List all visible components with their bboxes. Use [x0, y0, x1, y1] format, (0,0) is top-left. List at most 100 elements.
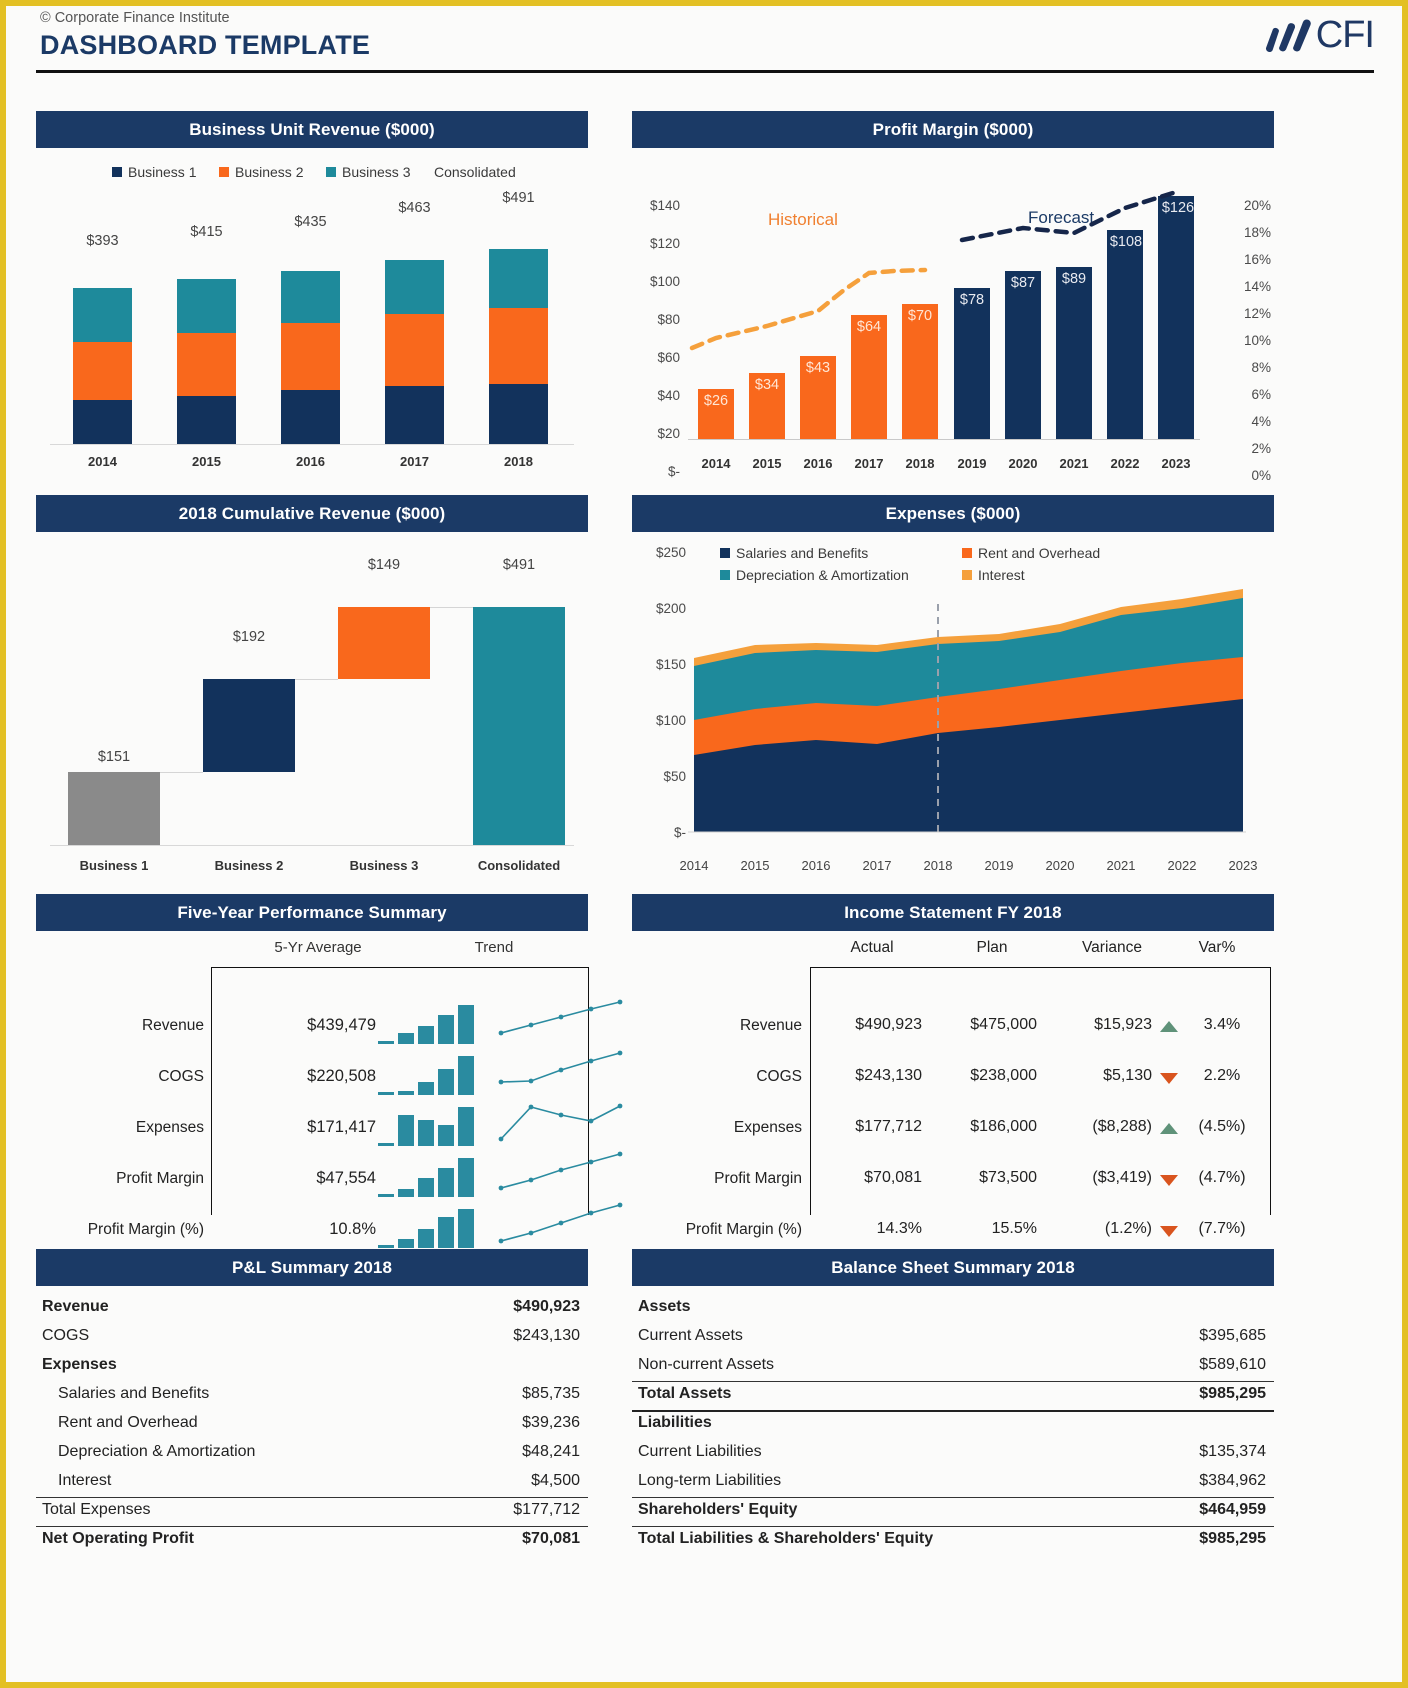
panel-title-expenses: Expenses ($000) [632, 495, 1274, 532]
annotation-historical: Historical [768, 210, 838, 229]
x-tick-business-3: Business 3 [349, 858, 419, 873]
y2-tick-16pct: 16% [1243, 252, 1271, 267]
x-tick-2019: 2019 [984, 858, 1014, 873]
column-header-trend: Trend [474, 939, 514, 956]
page-title: DASHBOARD TEMPLATE [40, 30, 371, 60]
y2-tick-10pct: 10% [1243, 333, 1271, 348]
bar-2017-business-3 [385, 260, 444, 315]
bar-2016-business-3 [281, 271, 340, 324]
x-tick-2015: 2015 [752, 456, 782, 471]
bs-row-name-current-liabilities: Current Liabilities [638, 1443, 762, 1460]
sparkbars-revenue [378, 1005, 474, 1044]
legend-swatch-icon [112, 167, 122, 177]
bar-2015-business-3 [177, 279, 236, 333]
cell-profit-margin-actual: $70,081 [864, 1169, 922, 1186]
cell-expenses-plan: $186,000 [970, 1118, 1037, 1135]
bar-total-label-2014: $393 [86, 233, 119, 249]
legend-label: Business 2 [235, 164, 304, 180]
page-header: © Corporate Finance Institute DASHBOARD … [36, 6, 1375, 73]
bar-2021 [1056, 267, 1092, 439]
x-tick-2023: 2023 [1161, 456, 1191, 471]
chart-expenses: Salaries and Benefits Rent and Overhead … [632, 532, 1274, 885]
legend-swatch-icon [219, 167, 229, 177]
cell-cogs-var-pct: 2.2% [1203, 1067, 1241, 1084]
column-header-actual: Actual [850, 939, 894, 956]
legend-label: Business 1 [128, 164, 197, 180]
bar-2014-business-2 [73, 342, 132, 401]
bar-label-2019: $78 [959, 292, 985, 308]
x-tick-consolidated: Consolidated [477, 858, 561, 873]
panel-title-balance-sheet: Balance Sheet Summary 2018 [632, 1249, 1274, 1286]
table-balance-sheet: Assets Current Assets $395,685 Non-curre… [632, 1286, 1274, 1554]
x-tick-2015: 2015 [740, 858, 770, 873]
variance-down-icon-profit-margin-pct [1160, 1226, 1178, 1237]
y2-tick-6pct: 6% [1251, 387, 1271, 402]
cell-profit-margin-pct-actual: 14.3% [876, 1220, 922, 1237]
x-tick-2016: 2016 [801, 858, 831, 873]
variance-up-icon-revenue [1160, 1021, 1178, 1032]
table-left-border [211, 967, 213, 1215]
waterfall-connector-3 [430, 607, 473, 608]
cfi-logo: CFI [1262, 16, 1375, 54]
pl-row-name-net-operating-profit: Net Operating Profit [42, 1530, 195, 1547]
pl-divider-above-net-profit [36, 1526, 588, 1527]
pl-row-name-salaries: Salaries and Benefits [58, 1385, 210, 1402]
x-tick-2018: 2018 [504, 454, 533, 469]
sparkline-profit-margin [498, 1151, 623, 1191]
waterfall-connector-1 [160, 772, 203, 773]
pl-row-amount-total-expenses: $177,712 [513, 1501, 580, 1518]
sparkline-cogs [498, 1050, 623, 1085]
x-tick-2018: 2018 [923, 858, 953, 873]
y-tick-40: $40 [657, 388, 680, 403]
pl-row-name-cogs: COGS [42, 1327, 90, 1344]
y-tick-60: $60 [657, 350, 680, 365]
x-tick-2016: 2016 [296, 454, 325, 469]
cell-revenue-plan: $475,000 [970, 1016, 1037, 1033]
bs-row-name-assets: Assets [638, 1298, 691, 1315]
x-tick-2016: 2016 [803, 456, 833, 471]
variance-up-icon-expenses [1160, 1123, 1178, 1134]
panel-pl-summary: P&L Summary 2018 Revenue $490,923 COGS $… [36, 1249, 588, 1554]
y2-tick-8pct: 8% [1251, 360, 1271, 375]
y2-tick-18pct: 18% [1243, 225, 1271, 240]
table-top-border [810, 967, 1270, 969]
waterfall-bar-business-3 [338, 607, 430, 679]
row-label-expenses: Expenses [733, 1119, 802, 1136]
waterfall-bar-consolidated [473, 607, 565, 845]
waterfall-label-consolidated: $491 [502, 557, 536, 573]
y2-tick-14pct: 14% [1243, 279, 1271, 294]
x-tick-2015: 2015 [192, 454, 221, 469]
bar-label-2015: $34 [754, 377, 780, 393]
y-tick-100: $100 [649, 274, 680, 289]
waterfall-label-business-1: $151 [97, 749, 131, 765]
table-pl-summary: Revenue $490,923 COGS $243,130 Expenses … [36, 1286, 588, 1554]
x-axis-line [50, 444, 574, 445]
bar-2014-business-3 [73, 287, 132, 343]
panel-title-cumulative-revenue: 2018 Cumulative Revenue ($000) [36, 495, 588, 532]
row-average-expenses: $171,417 [307, 1118, 376, 1136]
bar-2016-business-1 [281, 390, 340, 444]
bs-row-name-current-assets: Current Assets [638, 1327, 743, 1344]
bar-2018-business-2 [489, 307, 548, 384]
pl-row-amount-cogs: $243,130 [513, 1327, 580, 1344]
bar-2017-business-2 [385, 314, 444, 386]
row-label-revenue: Revenue [141, 1017, 204, 1034]
pl-row-name-rent: Rent and Overhead [58, 1414, 198, 1431]
x-axis-line [50, 845, 574, 846]
x-tick-business-2: Business 2 [214, 858, 284, 873]
cell-revenue-actual: $490,923 [855, 1016, 922, 1033]
panel-business-unit-revenue: Business Unit Revenue ($000) Business 1 … [36, 111, 588, 481]
cell-profit-margin-variance: ($3,419) [1092, 1169, 1152, 1186]
table-right-border [1270, 967, 1272, 1215]
x-tick-2014: 2014 [88, 454, 117, 469]
y2-tick-0pct: 0% [1251, 468, 1271, 483]
bs-row-name-shareholders-equity: Shareholders' Equity [638, 1501, 798, 1518]
bs-row-name-longterm-liabilities: Long-term Liabilities [638, 1472, 782, 1489]
panel-title-profit-margin: Profit Margin ($000) [632, 111, 1274, 148]
column-header-5yr-average: 5-Yr Average [274, 939, 362, 956]
pl-row-amount-depreciation: $48,241 [522, 1443, 580, 1460]
row-average-profit-margin-pct: 10.8% [329, 1220, 376, 1238]
bs-row-amount-total-assets: $985,295 [1199, 1385, 1266, 1402]
x-tick-2022: 2022 [1110, 456, 1140, 471]
sparkbars-expenses [378, 1107, 474, 1146]
